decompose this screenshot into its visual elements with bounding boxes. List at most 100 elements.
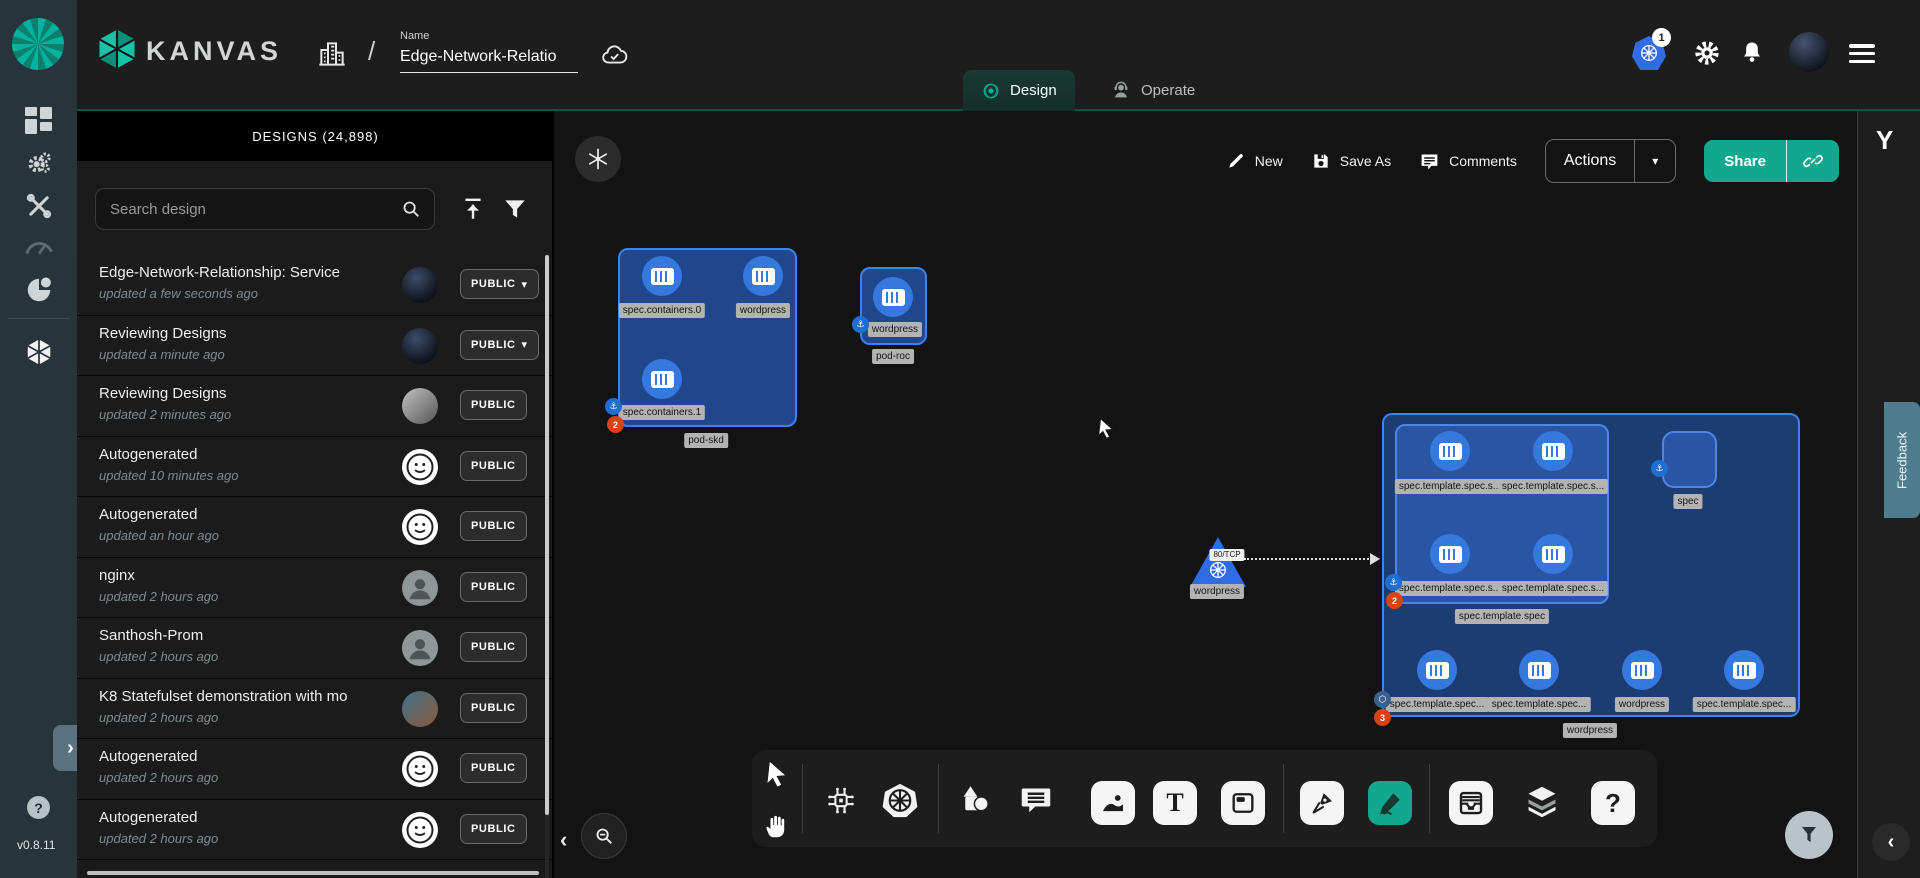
design-row[interactable]: Reviewing Designs updated 2 minutes ago … <box>77 376 552 437</box>
shapes-tool[interactable] <box>957 783 993 824</box>
visibility-badge[interactable]: PUBLIC <box>460 572 527 602</box>
visibility-badge[interactable]: PUBLIC <box>460 693 527 723</box>
save-as-button[interactable]: Save As <box>1311 151 1391 171</box>
visibility-badge[interactable]: PUBLIC <box>460 390 527 420</box>
visibility-badge[interactable]: PUBLIC▾ <box>460 330 539 360</box>
visibility-badge[interactable]: PUBLIC <box>460 753 527 783</box>
design-updated: updated 2 hours ago <box>99 589 218 604</box>
visibility-badge[interactable]: PUBLIC <box>460 632 527 662</box>
import-drawer-tool[interactable] <box>1449 781 1493 825</box>
new-design-button[interactable]: New <box>1226 151 1283 171</box>
container-node[interactable] <box>873 277 913 317</box>
visibility-badge[interactable]: PUBLIC <box>460 451 527 481</box>
container-node[interactable] <box>642 359 682 399</box>
container-node[interactable] <box>1430 534 1470 574</box>
designs-scrollbar-thumb[interactable] <box>545 255 549 815</box>
pen-tool[interactable] <box>1300 781 1344 825</box>
user-avatar[interactable] <box>1789 32 1829 72</box>
design-row[interactable]: nginx updated 2 hours ago PUBLIC <box>77 558 552 619</box>
service-node[interactable] <box>1190 537 1246 587</box>
design-search[interactable] <box>95 188 435 230</box>
share-button[interactable]: Share <box>1704 140 1839 182</box>
freehand-draw-tool-active[interactable] <box>1368 781 1412 825</box>
help-button[interactable]: ? <box>27 796 50 819</box>
filter-designs-icon[interactable] <box>502 196 528 227</box>
container-node[interactable] <box>1724 650 1764 690</box>
text-tool[interactable]: T <box>1153 781 1197 825</box>
design-row[interactable]: K8 Statefulset demonstration with mo upd… <box>77 679 552 740</box>
comments-button[interactable]: Comments <box>1419 151 1517 172</box>
design-search-input[interactable] <box>108 200 400 219</box>
frame-tool[interactable] <box>1221 781 1265 825</box>
visibility-badge[interactable]: PUBLIC <box>460 814 527 844</box>
spec-node[interactable] <box>1662 431 1717 488</box>
group-label: pod-roc <box>872 349 914 364</box>
design-name-input[interactable]: Edge-Network-Relatio <box>400 48 578 73</box>
container-node[interactable] <box>1622 650 1662 690</box>
save-icon <box>1311 151 1331 171</box>
layers-tool[interactable] <box>1524 783 1560 824</box>
design-row[interactable]: Edge-Network-Relationship: Service updat… <box>77 255 552 316</box>
upload-design-icon[interactable] <box>460 196 486 227</box>
design-row[interactable]: Autogenerated updated an hour ago PUBLIC <box>77 497 552 558</box>
visibility-badge[interactable]: PUBLIC <box>460 511 527 541</box>
meshery-logo[interactable] <box>12 18 64 70</box>
deploy-status-badge[interactable]: ⚓ <box>1651 460 1668 477</box>
error-count-badge[interactable]: 2 <box>1386 592 1403 609</box>
collapse-right-button[interactable]: ‹ <box>1872 823 1910 861</box>
design-row[interactable]: Autogenerated updated 2 hours ago PUBLIC <box>77 739 552 800</box>
design-canvas[interactable]: New Save As Comments Actions ▾ Share <box>554 111 1857 878</box>
organization-icon[interactable] <box>316 38 348 75</box>
container-node[interactable] <box>743 256 783 296</box>
error-count-badge[interactable]: 2 <box>607 416 624 433</box>
group-status-badge[interactable]: ⬡ <box>1374 691 1391 708</box>
image-tool[interactable] <box>1091 781 1135 825</box>
template-group[interactable] <box>1395 424 1609 604</box>
actions-dropdown-caret[interactable]: ▾ <box>1634 140 1675 182</box>
deploy-status-badge[interactable]: ⚓ <box>852 316 869 333</box>
kubernetes-tool[interactable] <box>881 782 919 825</box>
notifications-bell-icon[interactable] <box>1738 38 1766 73</box>
container-node[interactable] <box>1417 650 1457 690</box>
sidebar-item-dashboard[interactable] <box>0 103 77 137</box>
pan-hand-tool[interactable] <box>764 812 791 846</box>
menu-hamburger-icon[interactable] <box>1849 40 1875 67</box>
sidebar-item-performance[interactable] <box>0 230 77 264</box>
error-count-badge[interactable]: 3 <box>1374 709 1391 726</box>
k8s-context-switcher[interactable]: 1 <box>1632 36 1666 70</box>
settings-gear-icon[interactable] <box>1692 38 1722 73</box>
design-row[interactable]: Reviewing Designs updated a minute ago P… <box>77 316 552 377</box>
sidebar-item-kanvas[interactable] <box>0 335 77 369</box>
design-row[interactable]: Santhosh-Prom updated 2 hours ago PUBLIC <box>77 618 552 679</box>
search-icon[interactable] <box>400 198 422 220</box>
service-edge[interactable] <box>1244 558 1372 560</box>
container-node[interactable] <box>1519 650 1559 690</box>
tab-design[interactable]: Design <box>963 70 1075 111</box>
sidebar-item-lifecycle[interactable] <box>0 146 77 180</box>
tab-operate[interactable]: Operate <box>1092 70 1213 111</box>
collapse-dock-chevron[interactable]: ‹ <box>560 827 567 853</box>
help-tool[interactable]: ? <box>1591 781 1635 825</box>
deploy-status-badge[interactable]: ⚓ <box>605 398 622 415</box>
pointer-tool[interactable] <box>764 759 792 794</box>
meshery-snowflake-button[interactable] <box>575 136 621 182</box>
visibility-badge[interactable]: PUBLIC▾ <box>460 269 539 299</box>
feedback-tab[interactable]: Feedback <box>1884 402 1920 518</box>
container-node[interactable] <box>1533 431 1573 471</box>
container-node[interactable] <box>1533 534 1573 574</box>
copy-link-button[interactable] <box>1786 140 1839 182</box>
actions-button[interactable]: Actions ▾ <box>1545 139 1676 183</box>
filter-dome-button[interactable] <box>1785 811 1833 859</box>
container-node[interactable] <box>1430 431 1470 471</box>
components-browser-tool[interactable] <box>824 784 858 823</box>
design-row[interactable]: Autogenerated updated 10 minutes ago PUB… <box>77 437 552 498</box>
designs-horizontal-scrollbar[interactable] <box>87 871 539 875</box>
comment-tool[interactable] <box>1018 783 1054 824</box>
sidebar-item-configuration[interactable] <box>0 189 77 223</box>
container-node[interactable] <box>642 256 682 296</box>
design-row[interactable]: Autogenerated updated 2 hours ago PUBLIC <box>77 800 552 861</box>
y-branch-icon[interactable]: Y <box>1876 125 1893 156</box>
sidebar-item-extensions[interactable] <box>0 273 77 307</box>
zoom-controls-button[interactable] <box>581 813 627 859</box>
deploy-status-badge[interactable]: ⚓ <box>1385 574 1402 591</box>
